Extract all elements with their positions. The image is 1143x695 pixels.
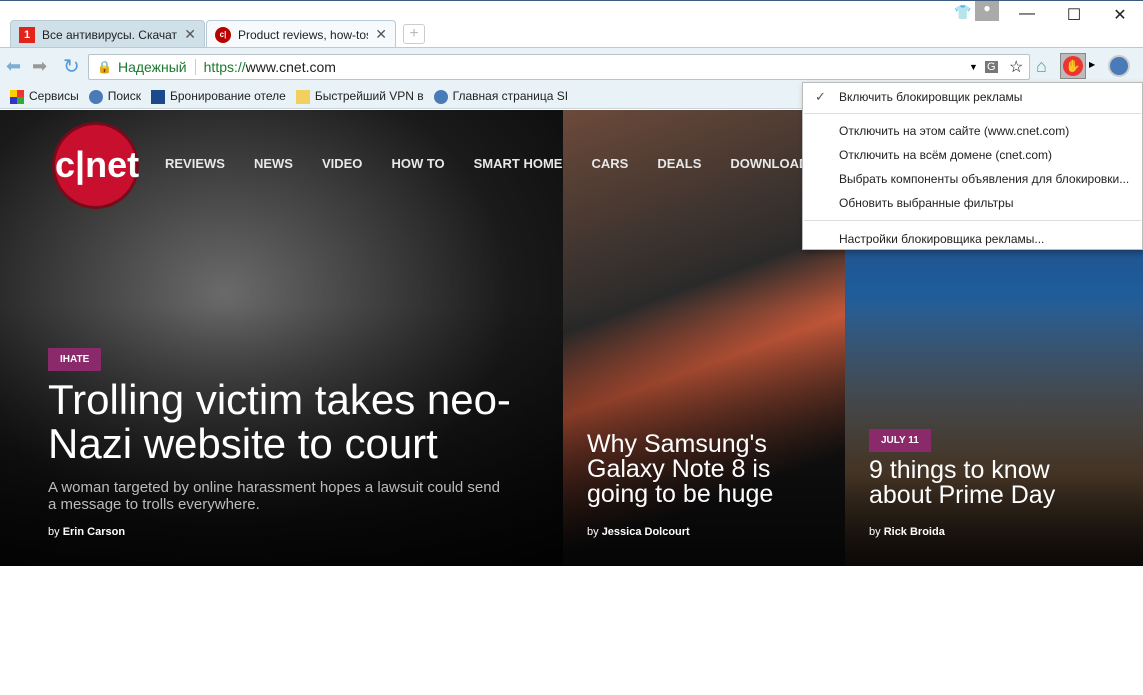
address-bar[interactable]: 🔒 Надежный https://www.cnet.com ▼ G ☆ xyxy=(88,54,1030,80)
booking-icon xyxy=(150,89,165,104)
menu-enable-adblock[interactable]: Включить блокировщик рекламы xyxy=(839,90,1022,104)
nav-how-to[interactable]: HOW TO xyxy=(391,156,444,171)
menu-separator xyxy=(804,113,1141,114)
reload-icon[interactable]: ↻ xyxy=(63,54,80,79)
tab-antivirus[interactable]: 1 Все антивирусы. Скачать ✕ xyxy=(10,20,205,48)
home-icon[interactable]: ⌂ xyxy=(1036,56,1047,77)
story-tag[interactable]: JULY 11 xyxy=(869,429,931,452)
bookmark-search[interactable]: Поиск xyxy=(88,89,141,104)
nav-cars[interactable]: CARS xyxy=(591,156,628,171)
dropdown-icon[interactable]: ▼ xyxy=(969,62,978,72)
tab-favicon: c| xyxy=(215,26,231,43)
story-byline[interactable]: by Jessica Dolcourt xyxy=(587,526,690,538)
cnet-logo[interactable]: c|net xyxy=(55,125,139,206)
menu-disable-domain[interactable]: Отключить на всём домене (cnet.com) xyxy=(839,148,1052,162)
menu-update-filters[interactable]: Обновить выбранные фильтры xyxy=(839,196,1013,210)
expand-arrow-icon[interactable]: ▶ xyxy=(1089,60,1095,69)
toolbar: ⬅ ➡ ↻ 🔒 Надежный https://www.cnet.com ▼ … xyxy=(0,47,1143,85)
shirt-icon[interactable]: 👕 xyxy=(954,4,971,21)
maximize-button[interactable]: ☐ xyxy=(1054,5,1094,25)
forward-icon[interactable]: ➡ xyxy=(32,56,47,77)
story-tag[interactable]: IHATE xyxy=(48,348,102,371)
nav-smart-home[interactable]: SMART HOME xyxy=(474,156,563,171)
nav-news[interactable]: NEWS xyxy=(254,156,293,171)
story-headline[interactable]: 9 things to know about Prime Day xyxy=(869,458,1069,508)
story-headline[interactable]: Why Samsung's Galaxy Note 8 is going to … xyxy=(587,432,787,507)
menu-settings[interactable]: Настройки блокировщика рекламы... xyxy=(839,232,1044,246)
story-byline[interactable]: by Rick Broida xyxy=(869,526,945,538)
adblock-icon[interactable]: ✋ xyxy=(1060,53,1086,79)
tab-cnet[interactable]: c| Product reviews, how-tos ✕ xyxy=(206,20,396,48)
security-label: Надежный xyxy=(112,59,196,75)
site-nav: REVIEWS NEWS VIDEO HOW TO SMART HOME CAR… xyxy=(165,156,837,171)
bookmark-booking[interactable]: Бронирование отеле xyxy=(150,89,286,104)
nav-download[interactable]: DOWNLOAD xyxy=(730,156,808,171)
tab-title: Product reviews, how-tos xyxy=(238,27,369,42)
deer-icon xyxy=(295,89,310,104)
bookmark-homepage[interactable]: Главная страница SI xyxy=(433,89,568,104)
close-tab-icon[interactable]: ✕ xyxy=(184,26,196,43)
tab-favicon: 1 xyxy=(19,26,35,43)
menu-block-element[interactable]: Выбрать компоненты объявления для блокир… xyxy=(839,172,1129,186)
nav-reviews[interactable]: REVIEWS xyxy=(165,156,225,171)
nav-video[interactable]: VIDEO xyxy=(322,156,362,171)
lock-icon: 🔒 xyxy=(97,60,112,74)
close-tab-icon[interactable]: ✕ xyxy=(375,26,387,43)
url-text[interactable]: https://www.cnet.com xyxy=(204,59,336,75)
extension-globe-icon[interactable] xyxy=(1108,55,1130,77)
close-button[interactable]: ✕ xyxy=(1100,5,1140,25)
tab-title: Все антивирусы. Скачать xyxy=(42,27,178,42)
adblock-menu: ✓ Включить блокировщик рекламы Отключить… xyxy=(802,82,1143,250)
title-bar: 1 Все антивирусы. Скачать ✕ c| Product r… xyxy=(0,0,1143,48)
menu-disable-site[interactable]: Отключить на этом сайте (www.cnet.com) xyxy=(839,124,1069,138)
menu-separator xyxy=(804,220,1141,221)
bookmark-services[interactable]: Сервисы xyxy=(10,89,79,104)
nav-deals[interactable]: DEALS xyxy=(657,156,701,171)
new-tab-button[interactable]: + xyxy=(403,24,425,44)
translate-icon[interactable]: G xyxy=(985,61,998,73)
back-icon[interactable]: ⬅ xyxy=(6,56,21,77)
story-byline[interactable]: by Erin Carson xyxy=(48,526,125,538)
globe-icon xyxy=(433,89,448,104)
star-icon[interactable]: ☆ xyxy=(1009,57,1023,77)
bookmark-vpn[interactable]: Быстрейший VPN в xyxy=(295,89,424,104)
check-icon: ✓ xyxy=(815,89,826,104)
story-headline[interactable]: Trolling victim takes neo-Nazi website t… xyxy=(48,378,528,466)
apps-grid-icon xyxy=(10,89,24,104)
story-summary: A woman targeted by online harassment ho… xyxy=(48,479,500,513)
profile-icon[interactable]: ● xyxy=(975,1,999,21)
globe-icon xyxy=(88,89,103,104)
minimize-button[interactable]: — xyxy=(1007,5,1047,23)
